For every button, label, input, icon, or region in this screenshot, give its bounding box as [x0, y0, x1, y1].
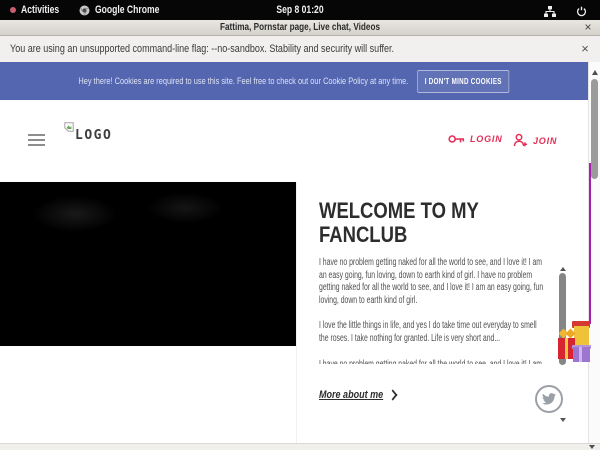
- cookie-message: Hey there! Cookies are required to use t…: [78, 76, 408, 87]
- gift-ribbon-string: [589, 163, 591, 324]
- about-text: I have no problem getting naked for all …: [319, 257, 546, 364]
- join-button[interactable]: JOIN: [513, 133, 557, 148]
- window-title: Fattima, Pornstar page, Live chat, Video…: [66, 20, 534, 35]
- scroll-down-arrow[interactable]: [589, 445, 595, 449]
- gift-box-purple-ribbon: [579, 347, 582, 362]
- key-icon: [448, 133, 465, 145]
- desktop-screen: Activities Google Chrome Sep 8 01:20: [0, 0, 600, 450]
- clock[interactable]: Sep 8 01:20: [66, 0, 534, 20]
- window-bottom-edge: [0, 443, 600, 450]
- video-player[interactable]: [0, 182, 296, 346]
- panel-scroll-up-arrow[interactable]: [560, 267, 566, 271]
- more-about-link[interactable]: More about me: [319, 389, 396, 401]
- more-about-label: More about me: [319, 389, 383, 401]
- twitter-button[interactable]: [535, 385, 563, 413]
- site-header: LOGO LOGIN JOIN: [0, 100, 588, 182]
- window-titlebar[interactable]: Fattima, Pornstar page, Live chat, Video…: [0, 20, 600, 36]
- logo-text: LOGO: [75, 128, 112, 143]
- warning-message: You are using an unsupported command-lin…: [10, 36, 394, 62]
- about-panel: WELCOME TO MY FANCLUB I have no problem …: [296, 182, 588, 443]
- cookie-banner: Hey there! Cookies are required to use t…: [0, 62, 588, 100]
- bio-paragraph: I have no problem getting naked for all …: [319, 359, 546, 364]
- gnome-top-bar: Activities Google Chrome Sep 8 01:20: [0, 0, 600, 20]
- activities-button[interactable]: Activities: [10, 0, 70, 20]
- bio-paragraph: I love the little things in life, and ye…: [319, 320, 546, 345]
- browser-warning-bar: You are using an unsupported command-lin…: [0, 36, 600, 62]
- panel-scroll-down-arrow[interactable]: [560, 418, 566, 422]
- bio-paragraph: I have no problem getting naked for all …: [319, 257, 546, 307]
- user-plus-icon: [513, 133, 528, 148]
- page-viewport: Hey there! Cookies are required to use t…: [0, 62, 588, 443]
- warning-close-button[interactable]: ×: [578, 41, 592, 56]
- cookie-accept-button[interactable]: I DON'T MIND COOKIES: [417, 70, 510, 93]
- login-button[interactable]: LOGIN: [448, 133, 503, 145]
- site-logo[interactable]: LOGO: [64, 122, 112, 143]
- scroll-up-arrow[interactable]: [592, 70, 598, 75]
- recording-indicator-icon: [10, 7, 16, 13]
- about-heading: WELCOME TO MY FANCLUB: [319, 199, 497, 246]
- broken-image-icon: [64, 122, 74, 132]
- page-scrollbar-thumb[interactable]: [591, 79, 598, 179]
- gift-box-red-ribbon: [565, 338, 568, 359]
- chevron-right-icon: [388, 389, 397, 400]
- hamburger-menu-icon[interactable]: [28, 134, 45, 146]
- activities-label: Activities: [21, 4, 59, 16]
- login-label: LOGIN: [470, 134, 503, 144]
- window-close-button[interactable]: ×: [581, 20, 595, 35]
- twitter-icon: [542, 393, 556, 405]
- join-label: JOIN: [533, 136, 557, 146]
